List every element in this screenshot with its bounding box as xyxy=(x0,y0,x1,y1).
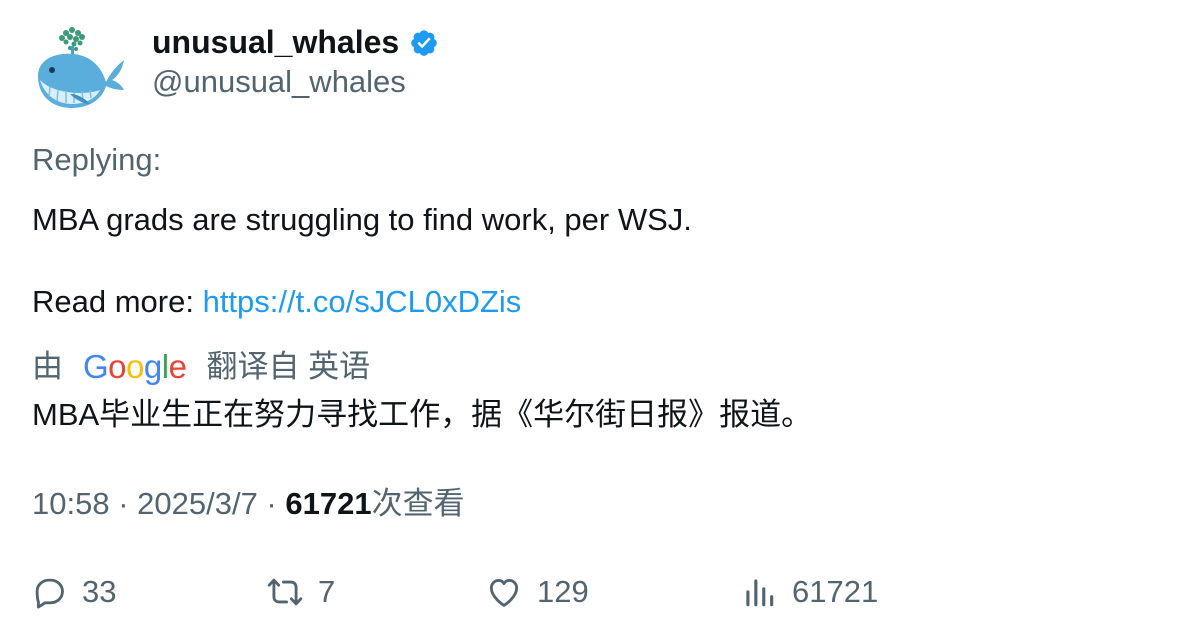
display-name-text: unusual_whales xyxy=(152,24,400,60)
analytics-icon xyxy=(746,579,774,607)
views-button[interactable]: 61721 xyxy=(740,570,878,614)
meta-views-count: 61721 xyxy=(285,486,372,521)
like-count: 129 xyxy=(537,574,589,609)
display-name[interactable]: unusual_whales xyxy=(152,22,439,62)
meta-views-label: 次查看 xyxy=(371,486,465,521)
translated-text: MBA毕业生正在努力寻找工作，据《华尔街日报》报道。 xyxy=(32,397,813,432)
like-button[interactable]: 129 xyxy=(485,570,589,614)
tweet-time[interactable]: 10:58 xyxy=(32,486,110,521)
read-more-label: Read more: xyxy=(32,284,203,319)
whale-avatar-icon xyxy=(38,27,124,108)
retweet-button[interactable]: 7 xyxy=(266,570,335,614)
avatar[interactable] xyxy=(32,24,128,114)
retweet-count: 7 xyxy=(318,574,336,609)
retweet-icon xyxy=(267,578,303,606)
tweet-link[interactable]: https://t.co/sJCL0xDZis xyxy=(203,284,522,319)
tweet-text: MBA grads are struggling to find work, p… xyxy=(32,202,692,237)
replying-label: Replying: xyxy=(32,142,162,177)
meta-separator: · xyxy=(109,486,138,521)
reply-button[interactable]: 33 xyxy=(30,570,116,614)
read-more-line: Read more: https://t.co/sJCL0xDZis xyxy=(32,282,521,322)
translated-from-label: 翻译自 英语 xyxy=(206,349,371,384)
tweet-date[interactable]: 2025/3/7 xyxy=(137,486,258,521)
tweet-meta: 10:58 · 2025/3/7 · 61721次查看 xyxy=(32,484,465,524)
reply-count: 33 xyxy=(82,574,117,609)
translated-by-label: 由 xyxy=(32,349,63,384)
google-logo[interactable]: Google xyxy=(83,346,187,388)
views-count: 61721 xyxy=(792,574,879,609)
verified-badge-icon xyxy=(409,27,439,57)
handle[interactable]: @unusual_whales xyxy=(152,62,406,102)
meta-separator: · xyxy=(257,486,286,521)
translation-attribution: 由 Google 翻译自 英语 xyxy=(32,346,370,388)
reply-icon xyxy=(35,578,64,609)
heart-icon xyxy=(489,579,519,607)
